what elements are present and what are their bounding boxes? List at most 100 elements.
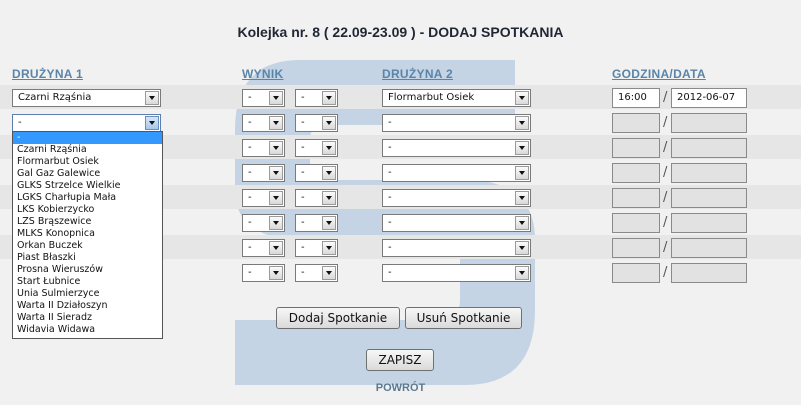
dropdown-option[interactable]: Czarni Rząśnia — [13, 144, 162, 156]
header-team2: DRUŻYNA 2 — [382, 67, 453, 81]
dropdown-option[interactable]: Gal Gaz Galewice — [13, 168, 162, 180]
dropdown-option[interactable]: Warta II Działoszyn — [13, 300, 162, 312]
date-input[interactable] — [671, 113, 747, 133]
dropdown-option[interactable]: LKS Kobierzycko — [13, 204, 162, 216]
save-button[interactable]: ZAPISZ — [366, 349, 434, 371]
dropdown-option[interactable]: LGKS Charłupia Mała — [13, 192, 162, 204]
chevron-down-icon[interactable] — [515, 166, 529, 180]
chevron-down-icon[interactable] — [515, 191, 529, 205]
score2-select[interactable]: - — [295, 189, 338, 207]
team2-select[interactable]: - — [382, 189, 531, 207]
score1-select-value: - — [248, 92, 252, 103]
score1-select[interactable]: - — [242, 264, 285, 282]
score1-select[interactable]: - — [242, 189, 285, 207]
chevron-down-icon[interactable] — [322, 141, 336, 155]
team2-select-value: - — [388, 242, 392, 253]
score1-select-value: - — [248, 192, 252, 203]
dropdown-option[interactable]: Unia Sulmierzyce — [13, 288, 162, 300]
dropdown-option[interactable]: Flormarbut Osiek — [13, 156, 162, 168]
team2-select[interactable]: - — [382, 114, 531, 132]
score1-select[interactable]: - — [242, 89, 285, 107]
score2-select[interactable]: - — [295, 214, 338, 232]
dropdown-option[interactable]: Warta II Sieradz — [13, 312, 162, 324]
chevron-down-icon[interactable] — [269, 116, 283, 130]
time-input[interactable] — [612, 263, 660, 283]
team2-select[interactable]: - — [382, 164, 531, 182]
team2-select-value: - — [388, 267, 392, 278]
add-match-button[interactable]: Dodaj Spotkanie — [276, 307, 400, 329]
score2-select[interactable]: - — [295, 114, 338, 132]
chevron-down-icon[interactable] — [269, 216, 283, 230]
team1-select[interactable]: Czarni Rząśnia — [12, 89, 161, 107]
chevron-down-icon[interactable] — [269, 141, 283, 155]
team2-select[interactable]: - — [382, 239, 531, 257]
team2-select[interactable]: - — [382, 264, 531, 282]
score2-select-value: - — [301, 192, 305, 203]
chevron-down-icon[interactable] — [145, 91, 159, 105]
chevron-down-icon[interactable] — [269, 191, 283, 205]
score2-select[interactable]: - — [295, 239, 338, 257]
chevron-down-icon[interactable] — [322, 166, 336, 180]
score2-select[interactable]: - — [295, 89, 338, 107]
dropdown-option[interactable]: LZS Brąszewice — [13, 216, 162, 228]
time-input[interactable] — [612, 163, 660, 183]
score1-select[interactable]: - — [242, 114, 285, 132]
dropdown-option[interactable]: - — [13, 132, 162, 144]
chevron-down-icon[interactable] — [322, 216, 336, 230]
chevron-down-icon[interactable] — [145, 116, 159, 130]
chevron-down-icon[interactable] — [269, 166, 283, 180]
separator-slash: / — [663, 140, 668, 155]
chevron-down-icon[interactable] — [515, 216, 529, 230]
chevron-down-icon[interactable] — [515, 266, 529, 280]
team1-select[interactable]: - — [12, 114, 161, 132]
date-input[interactable] — [671, 163, 747, 183]
chevron-down-icon[interactable] — [515, 141, 529, 155]
dropdown-option[interactable]: Start Łubnice — [13, 276, 162, 288]
date-input[interactable]: 2012-06-07 — [671, 88, 747, 108]
score2-select-value: - — [301, 217, 305, 228]
time-input[interactable] — [612, 188, 660, 208]
chevron-down-icon[interactable] — [269, 266, 283, 280]
score2-select[interactable]: - — [295, 164, 338, 182]
date-input[interactable] — [671, 138, 747, 158]
team1-dropdown-list[interactable]: - Czarni Rząśnia Flormarbut Osiek Gal Gaz G… — [12, 131, 163, 339]
chevron-down-icon[interactable] — [322, 241, 336, 255]
separator-slash: / — [663, 115, 668, 130]
dropdown-option[interactable]: Piast Błaszki — [13, 252, 162, 264]
chevron-down-icon[interactable] — [322, 191, 336, 205]
separator-slash: / — [663, 265, 668, 280]
date-input[interactable] — [671, 188, 747, 208]
chevron-down-icon[interactable] — [515, 91, 529, 105]
team2-select[interactable]: - — [382, 214, 531, 232]
date-input[interactable] — [671, 213, 747, 233]
chevron-down-icon[interactable] — [515, 116, 529, 130]
score2-select[interactable]: - — [295, 264, 338, 282]
score1-select[interactable]: - — [242, 139, 285, 157]
score1-select[interactable]: - — [242, 214, 285, 232]
back-link[interactable]: POWRÓT — [0, 382, 801, 394]
chevron-down-icon[interactable] — [322, 91, 336, 105]
time-input[interactable] — [612, 213, 660, 233]
dropdown-option[interactable]: Orkan Buczek — [13, 240, 162, 252]
date-input[interactable] — [671, 238, 747, 258]
time-input[interactable] — [612, 238, 660, 258]
team2-select[interactable]: - — [382, 139, 531, 157]
chevron-down-icon[interactable] — [322, 116, 336, 130]
chevron-down-icon[interactable] — [269, 91, 283, 105]
chevron-down-icon[interactable] — [515, 241, 529, 255]
time-input[interactable] — [612, 138, 660, 158]
date-input[interactable] — [671, 263, 747, 283]
time-input[interactable] — [612, 113, 660, 133]
chevron-down-icon[interactable] — [269, 241, 283, 255]
time-input[interactable]: 16:00 — [612, 88, 660, 108]
score2-select[interactable]: - — [295, 139, 338, 157]
team2-select[interactable]: Flormarbut Osiek — [382, 89, 531, 107]
dropdown-option[interactable]: MLKS Konopnica — [13, 228, 162, 240]
remove-match-button[interactable]: Usuń Spotkanie — [405, 307, 522, 329]
dropdown-option[interactable]: Prosna Wieruszów — [13, 264, 162, 276]
dropdown-option[interactable]: Widavia Widawa — [13, 324, 162, 336]
chevron-down-icon[interactable] — [322, 266, 336, 280]
score1-select[interactable]: - — [242, 164, 285, 182]
score1-select[interactable]: - — [242, 239, 285, 257]
dropdown-option[interactable]: GLKS Strzelce Wielkie — [13, 180, 162, 192]
